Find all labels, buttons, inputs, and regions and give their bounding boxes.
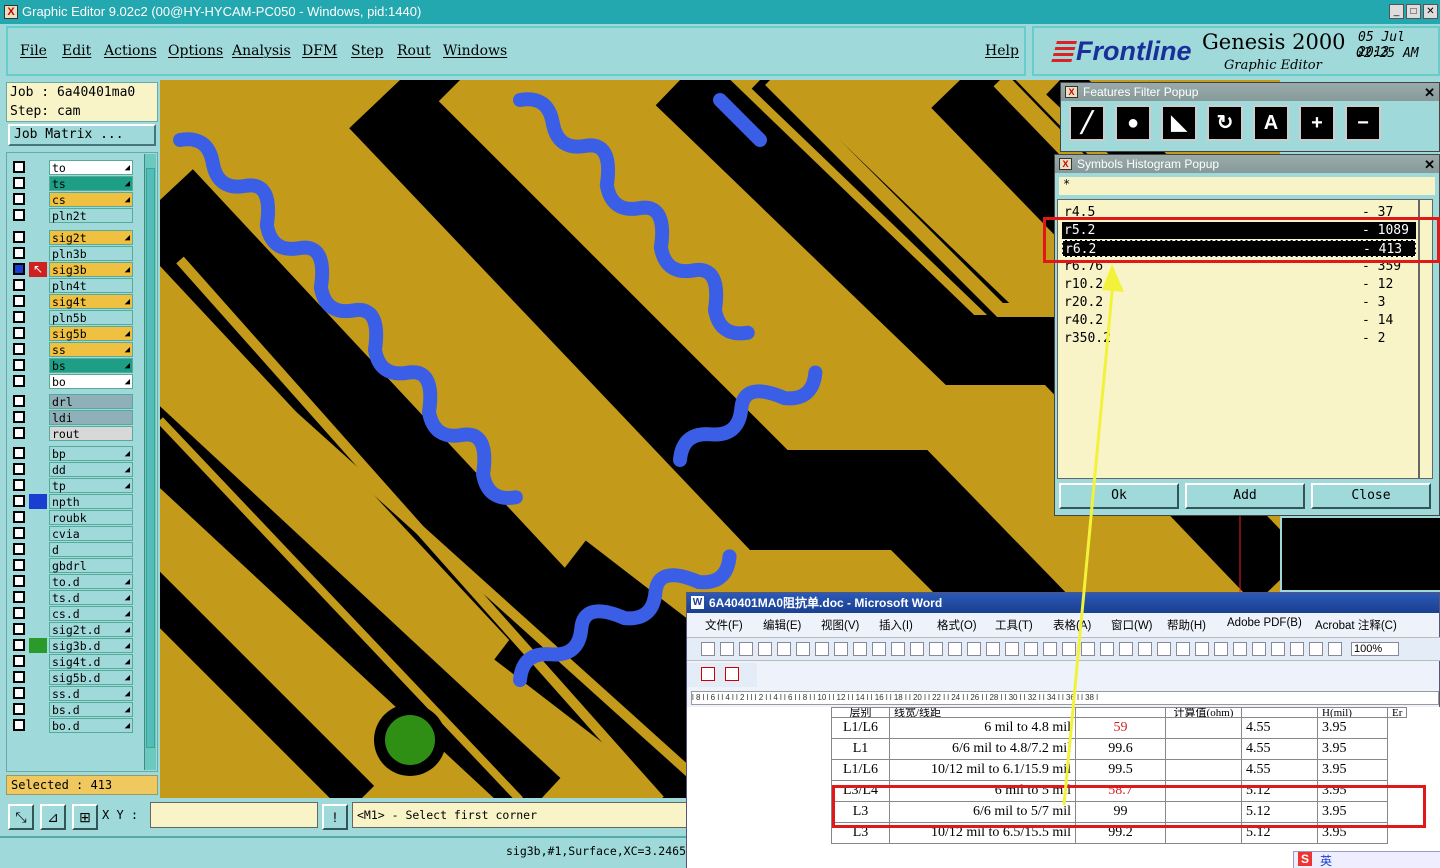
genesis-screen: X Graphic Editor 9.02c2 (00@HY-HYCAM-PC0… [0, 0, 1440, 868]
annotation-arrow [1062, 264, 1124, 806]
arrow-shaft [1062, 281, 1115, 806]
arrow-head [1102, 264, 1124, 292]
